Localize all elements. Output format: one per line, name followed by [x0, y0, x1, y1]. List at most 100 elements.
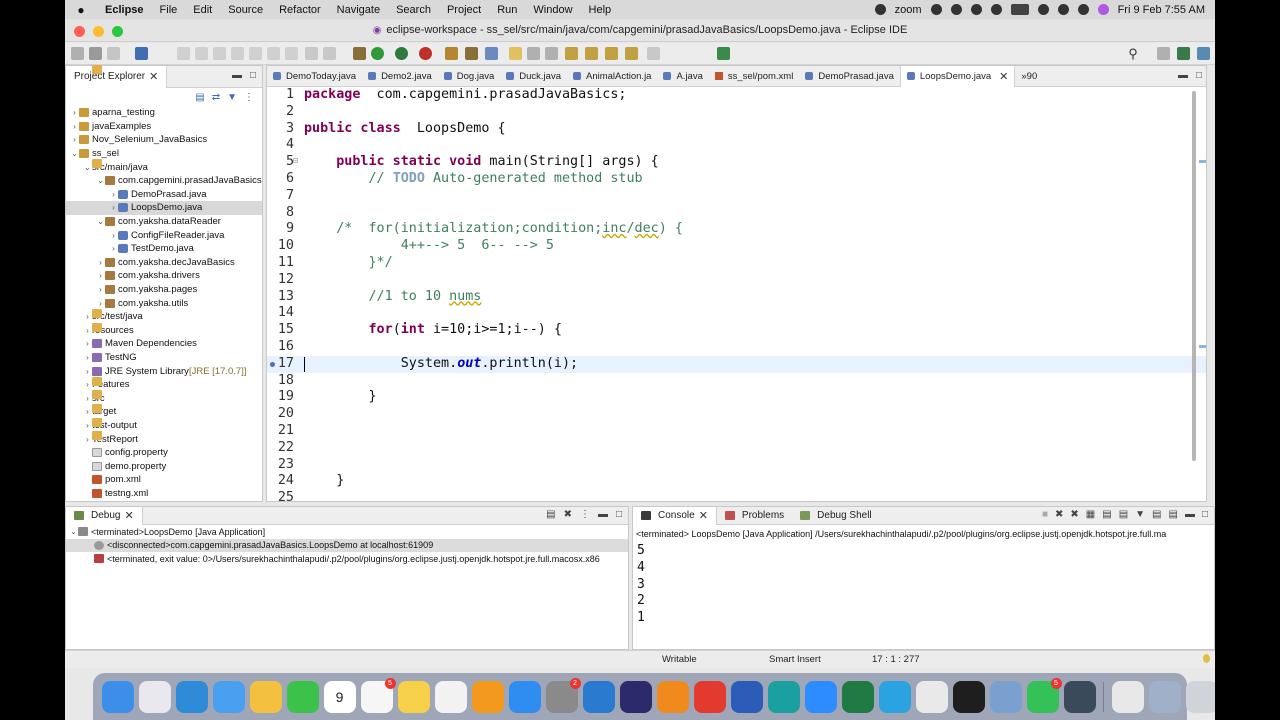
forward-icon[interactable] — [647, 47, 660, 60]
notes-dock-icon[interactable] — [397, 680, 430, 713]
close-icon[interactable]: ✕ — [999, 70, 1008, 83]
maximize-icon[interactable]: □ — [616, 509, 622, 520]
whatsapp-dock-icon[interactable]: 5 — [1026, 677, 1062, 713]
chevron-right-icon[interactable]: › — [96, 299, 105, 308]
pen-icon[interactable] — [930, 4, 942, 15]
menu-app-name[interactable]: Eclipse — [97, 4, 152, 16]
maximize-icon[interactable]: □ — [250, 70, 256, 81]
chevron-right-icon[interactable]: › — [96, 258, 105, 267]
close-icon[interactable]: ✕ — [149, 70, 158, 83]
zoom-status[interactable]: zoom — [895, 4, 922, 16]
chevron-right-icon[interactable]: › — [109, 203, 118, 212]
fold-icon[interactable]: ⊟ — [293, 153, 298, 170]
clock[interactable]: Fri 9 Feb 7:55 AM — [1118, 4, 1205, 16]
code-line[interactable]: 25 — [267, 490, 1206, 501]
launchpad-dock-icon[interactable] — [138, 680, 171, 713]
step-into-icon[interactable] — [249, 47, 262, 60]
code-line[interactable]: 1 package com.capgemini.prasadJavaBasics; — [267, 87, 1206, 104]
code-line[interactable]: 20 — [267, 406, 1206, 423]
menu-refactor[interactable]: Refactor — [271, 4, 329, 16]
calendar-dock-icon[interactable]: 9 — [323, 680, 356, 713]
chevron-right-icon[interactable]: › — [109, 190, 118, 199]
grid-icon[interactable] — [950, 4, 962, 15]
tree-item[interactable]: › com.yaksha.decJavaBasics — [66, 256, 262, 270]
downloads-dock-icon[interactable] — [1148, 680, 1181, 713]
chevron-right-icon[interactable]: › — [70, 135, 79, 144]
tree-item[interactable]: testng.xml — [66, 487, 262, 501]
siri-icon[interactable] — [1097, 4, 1109, 15]
chevron-right-icon[interactable]: › — [109, 244, 118, 253]
view-menu-icon[interactable]: ⋮ — [244, 92, 254, 103]
tree-item[interactable]: › com.yaksha.pages — [66, 283, 262, 297]
tree-item[interactable]: ›src — [66, 390, 262, 405]
excel-dock-icon[interactable] — [841, 680, 874, 713]
tree-item[interactable]: › src/test/java — [66, 308, 262, 324]
open-type-icon[interactable] — [527, 47, 540, 60]
finder-dock-icon[interactable] — [101, 680, 134, 713]
menu-navigate[interactable]: Navigate — [329, 4, 388, 16]
minimize-icon[interactable]: ▬ — [1185, 509, 1195, 520]
tree-item[interactable]: › Features — [66, 376, 262, 392]
tree-item[interactable]: › aparna_testing — [66, 106, 262, 120]
suspend-icon[interactable] — [195, 47, 208, 60]
pages-dock-icon[interactable] — [471, 680, 504, 713]
code-line[interactable]: 21 — [267, 423, 1206, 440]
menu-search[interactable]: Search — [388, 4, 439, 16]
tree-item[interactable]: › JRE System Library [JRE [17.0.7]] — [66, 364, 262, 378]
chevron-right-icon[interactable]: › — [83, 407, 92, 416]
editor-tab[interactable]: A.java — [657, 66, 708, 87]
editor-tab[interactable]: DemoPrasad.java — [799, 66, 900, 87]
tree-item[interactable]: config.property — [66, 446, 262, 460]
search-icon[interactable] — [1057, 4, 1069, 15]
app-store-dock-icon[interactable] — [508, 680, 541, 713]
chevron-right-icon[interactable]: › — [83, 421, 92, 430]
open-perspective-icon[interactable] — [717, 47, 730, 60]
chevron-right-icon[interactable]: › — [83, 339, 92, 348]
code-line[interactable]: 16 — [267, 339, 1206, 356]
preview-dock-icon[interactable] — [989, 680, 1022, 713]
toggle-highlight-icon[interactable] — [509, 47, 522, 60]
drop-to-frame-icon[interactable] — [305, 47, 318, 60]
battery-icon[interactable] — [1010, 4, 1029, 15]
menu-window[interactable]: Window — [525, 4, 580, 16]
resume-icon[interactable] — [177, 47, 190, 60]
editor-tab[interactable]: ss_sel/pom.xml — [709, 66, 799, 87]
tab-problems[interactable]: Problems — [717, 507, 792, 525]
tab-console[interactable]: Console ✕ — [633, 506, 717, 525]
code-line[interactable]: 13 //1 to 10 nums — [267, 289, 1206, 306]
trash-dock-icon[interactable] — [1185, 680, 1215, 713]
menu-source[interactable]: Source — [220, 4, 271, 16]
menu-file[interactable]: File — [152, 4, 186, 16]
pin-icon[interactable]: ▼ — [1135, 509, 1145, 520]
chevron-right-icon[interactable]: › — [83, 326, 92, 335]
remove-all-terminated-icon[interactable]: ✖ — [564, 509, 572, 520]
close-window-button[interactable] — [74, 26, 85, 37]
system-settings-dock-icon[interactable]: 2 — [545, 677, 581, 713]
debug-launch-row[interactable]: ⌄ <terminated>LoopsDemo [Java Applicatio… — [66, 525, 628, 539]
tab-project-explorer[interactable]: Project Explorer ✕ — [66, 65, 168, 88]
code-line[interactable]: 5 ⊟ public static void main(String[] args… — [267, 153, 1206, 171]
terminal-icon[interactable] — [135, 47, 148, 60]
breakpoint-marker-icon[interactable] — [270, 361, 275, 367]
scroll-lock-icon[interactable]: ▤ — [1102, 509, 1111, 520]
bulb-icon[interactable] — [1203, 654, 1210, 663]
prev-annotation-icon[interactable] — [585, 47, 598, 60]
close-icon[interactable]: ✕ — [124, 509, 133, 522]
code-line[interactable]: 23 — [267, 457, 1206, 474]
minimize-icon[interactable]: ▬ — [232, 70, 242, 81]
collapse-icon[interactable]: ▤ — [546, 509, 555, 520]
reminders-dock-icon[interactable]: 5 — [360, 677, 396, 713]
perspectives-icon[interactable] — [1157, 47, 1170, 60]
tree-item[interactable]: › com.yaksha.drivers — [66, 269, 262, 283]
menu-run[interactable]: Run — [489, 4, 525, 16]
editor-tab[interactable]: AnimalAction.ja — [567, 66, 657, 87]
debug-icon[interactable] — [395, 47, 408, 60]
new-package-icon[interactable] — [465, 47, 478, 60]
badge-icon[interactable] — [970, 4, 982, 15]
chevron-right-icon[interactable]: › — [109, 231, 118, 240]
zoom-dock-icon[interactable] — [804, 680, 837, 713]
close-icon[interactable]: ✕ — [699, 509, 708, 522]
code-line[interactable]: 14 — [267, 305, 1206, 322]
tree-item[interactable]: › TestNG — [66, 351, 262, 365]
filter-icon[interactable]: ▼ — [227, 92, 237, 103]
